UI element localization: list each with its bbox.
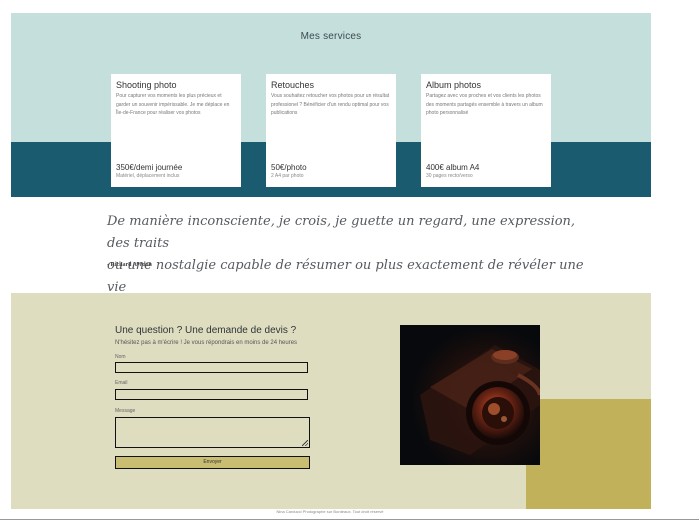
card-note: 30 pages recto/verso [426,173,473,179]
card-title: Shooting photo [116,80,177,90]
quote-author: - Richard Avedon [107,262,152,268]
card-note: Matériel, déplacement inclus [116,173,180,179]
camera-photo [400,325,540,465]
send-button[interactable]: Envoyer [115,456,310,469]
email-field[interactable] [115,389,308,400]
footer-text: Nina Carducci Photographe sur Bordeaux. … [276,509,384,514]
email-label: Email [115,380,128,386]
card-title: Retouches [271,80,315,90]
quote-line-1: De manière inconsciente, je crois, je gu… [107,214,576,251]
message-label: Message [115,408,136,414]
service-card-retouches: Retouches Vous souhaitez retoucher vos p… [266,74,396,187]
quote: De manière inconsciente, je crois, je gu… [107,211,587,299]
camera-photo-image [400,325,540,465]
contact-title: Une question ? Une demande de devis ? [115,325,297,336]
card-note: 2 A4 par photo [271,173,304,179]
card-title: Album photos [426,80,482,90]
divider [0,519,699,520]
card-price: 400€ album A4 [426,163,480,172]
contact-subtitle: N'hésitez pas à m'écrire ! Je vous répon… [115,340,298,346]
name-field[interactable] [115,362,308,373]
services-title: Mes services [300,31,362,42]
card-description: Pour capturer vos moments les plus préci… [116,93,230,116]
contact-section: Une question ? Une demande de devis ? N'… [11,293,651,509]
card-price: 50€/photo [271,163,307,172]
service-card-album: Album photos Partagez avec vos proches e… [421,74,551,187]
service-card-shooting: Shooting photo Pour capturer vos moments… [111,74,241,187]
name-label: Nom [115,354,126,360]
card-description: Partagez avec vos proches et vos clients… [426,93,543,116]
message-field[interactable] [115,417,310,448]
services-section: Mes services Shooting photo Pour capture… [11,13,651,197]
card-description: Vous souhaitez retoucher vos photos pour… [271,93,390,116]
card-price: 350€/demi journée [116,163,183,172]
accent-block [526,399,651,509]
resize-handle-icon[interactable] [302,440,308,446]
